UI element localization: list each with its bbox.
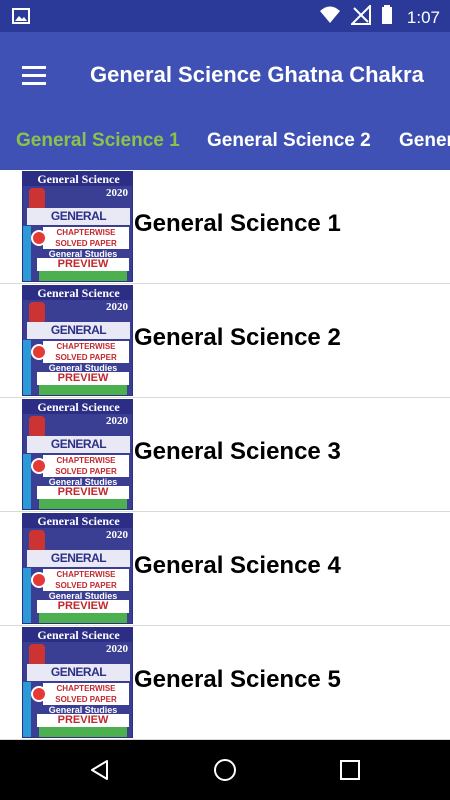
- thumb-bottom-band: [39, 385, 127, 395]
- thumb-preview-tag: PREVIEW: [37, 714, 129, 727]
- list-item-label: General Science 2: [134, 324, 341, 351]
- thumb-stripe: [23, 454, 31, 509]
- book-cover-thumbnail: General Science 2020 GENERAL SCIENCE CHA…: [22, 171, 133, 282]
- thumb-year: 2020: [106, 643, 128, 655]
- tab-general-science-2[interactable]: General Science 2: [207, 130, 371, 152]
- thumb-stripe: [23, 568, 31, 623]
- book-cover-thumbnail: General Science 2020 GENERAL SCIENCE CHA…: [22, 627, 133, 738]
- back-icon[interactable]: [88, 758, 112, 782]
- tab-bar: General Science 1 General Science 2 Gene…: [0, 120, 450, 170]
- home-icon[interactable]: [213, 758, 237, 782]
- thumb-stripe: [23, 340, 31, 395]
- thumb-year: 2020: [106, 529, 128, 541]
- thumb-logo: [29, 188, 45, 210]
- thumb-bottom-band: [39, 499, 127, 509]
- tab-general-science-3[interactable]: General Science 3: [399, 130, 450, 152]
- thumb-top-text: General Science: [23, 514, 132, 528]
- app-bar: General Science Ghatna Chakra: [0, 32, 450, 120]
- tab-general-science-1[interactable]: General Science 1: [16, 130, 180, 152]
- list-item-label: General Science 1: [134, 210, 341, 237]
- thumb-year: 2020: [106, 301, 128, 313]
- list-item-label: General Science 5: [134, 666, 341, 693]
- thumb-title: GENERAL SCIENCE: [27, 436, 130, 468]
- thumb-year: 2020: [106, 415, 128, 427]
- thumb-stripe: [23, 226, 31, 281]
- list-item[interactable]: General Science 2020 GENERAL SCIENCE CHA…: [0, 398, 450, 512]
- thumb-bottom-band: [39, 727, 127, 737]
- app-title: General Science Ghatna Chakra: [90, 62, 424, 87]
- thumb-subtitle: CHAPTERWISE SOLVED PAPER: [43, 455, 129, 477]
- list-item-label: General Science 3: [134, 438, 341, 465]
- thumb-bottom-band: [39, 613, 127, 623]
- recents-icon[interactable]: [338, 758, 362, 782]
- thumb-badge: [31, 572, 47, 588]
- thumb-top-text: General Science: [23, 172, 132, 186]
- thumb-preview-tag: PREVIEW: [37, 372, 129, 385]
- thumb-badge: [31, 344, 47, 360]
- system-nav-bar: [0, 740, 450, 800]
- thumb-logo: [29, 530, 45, 552]
- book-cover-thumbnail: General Science 2020 GENERAL SCIENCE CHA…: [22, 399, 133, 510]
- thumb-year: 2020: [106, 187, 128, 199]
- thumb-title: GENERAL SCIENCE: [27, 664, 130, 696]
- thumb-subtitle: CHAPTERWISE SOLVED PAPER: [43, 569, 129, 591]
- list-item-label: General Science 4: [134, 552, 341, 579]
- thumb-preview-tag: PREVIEW: [37, 486, 129, 499]
- thumb-subtitle: CHAPTERWISE SOLVED PAPER: [43, 683, 129, 705]
- wifi-icon: [319, 5, 341, 30]
- thumb-badge: [31, 230, 47, 246]
- thumb-subtitle: CHAPTERWISE SOLVED PAPER: [43, 227, 129, 249]
- thumb-top-text: General Science: [23, 628, 132, 642]
- status-time: 1:07: [406, 7, 440, 27]
- thumb-top-text: General Science: [23, 400, 132, 414]
- list-item[interactable]: General Science 2020 GENERAL SCIENCE CHA…: [0, 170, 450, 284]
- thumb-preview-tag: PREVIEW: [37, 258, 129, 271]
- thumb-title: GENERAL SCIENCE: [27, 550, 130, 582]
- thumb-title: GENERAL SCIENCE: [27, 322, 130, 354]
- no-signal-icon: [349, 3, 371, 30]
- thumb-stripe: [23, 682, 31, 737]
- thumb-subtitle: CHAPTERWISE SOLVED PAPER: [43, 341, 129, 363]
- thumb-logo: [29, 416, 45, 438]
- thumb-bottom-band: [39, 271, 127, 281]
- book-cover-thumbnail: General Science 2020 GENERAL SCIENCE CHA…: [22, 513, 133, 624]
- thumb-title: GENERAL SCIENCE: [27, 208, 130, 240]
- thumb-badge: [31, 458, 47, 474]
- thumb-badge: [31, 686, 47, 702]
- status-bar: 1:07: [0, 0, 450, 32]
- thumb-preview-tag: PREVIEW: [37, 600, 129, 613]
- book-cover-thumbnail: General Science 2020 GENERAL SCIENCE CHA…: [22, 285, 133, 396]
- thumb-logo: [29, 302, 45, 324]
- battery-icon: [381, 5, 393, 30]
- list-item[interactable]: General Science 2020 GENERAL SCIENCE CHA…: [0, 512, 450, 626]
- hamburger-menu-icon[interactable]: [22, 66, 48, 86]
- thumb-logo: [29, 644, 45, 666]
- list-item[interactable]: General Science 2020 GENERAL SCIENCE CHA…: [0, 284, 450, 398]
- thumb-top-text: General Science: [23, 286, 132, 300]
- chapter-list: General Science 2020 GENERAL SCIENCE CHA…: [0, 170, 450, 740]
- image-icon: [12, 7, 30, 30]
- list-item[interactable]: General Science 2020 GENERAL SCIENCE CHA…: [0, 626, 450, 740]
